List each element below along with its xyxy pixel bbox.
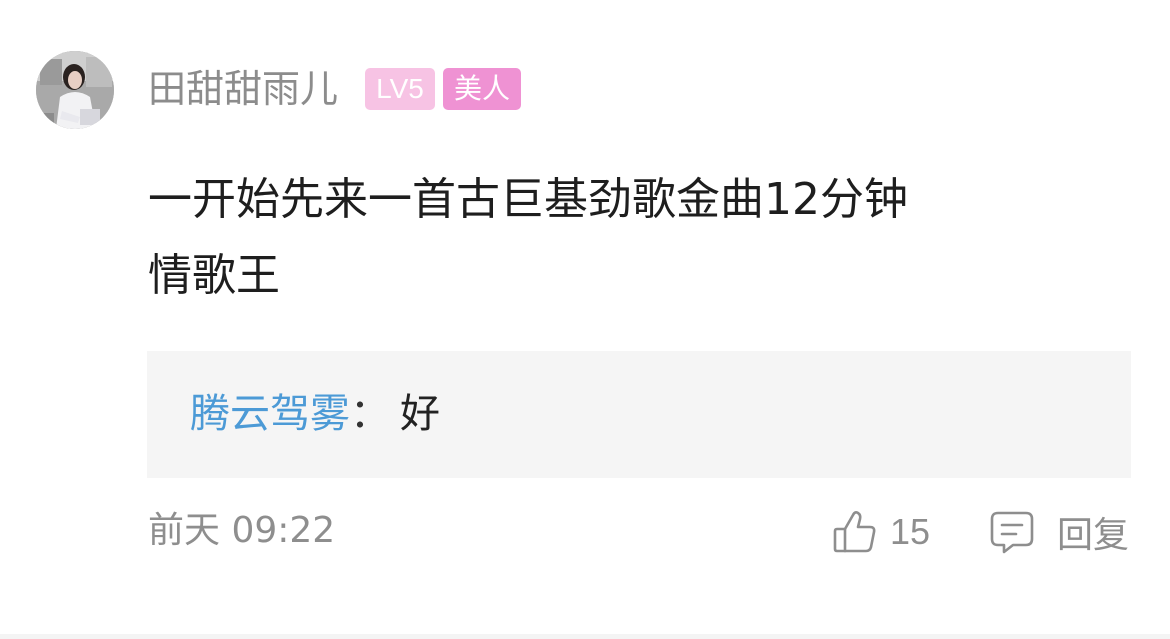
level-badge: LV5: [365, 68, 435, 110]
comment-content-line: 一开始先来一首古巨基劲歌金曲12分钟: [148, 174, 908, 225]
user-avatar-photo: [36, 51, 114, 129]
like-button[interactable]: 15: [832, 508, 930, 556]
reply-preview: 腾云驾雾：好: [190, 387, 440, 441]
reply-button[interactable]: 回复: [989, 508, 1129, 556]
reply-label: 回复: [1057, 515, 1130, 556]
comment-bubble-icon: [990, 511, 1034, 554]
comment-item: 田甜甜雨儿 LV5 美人 一开始先来一首古巨基劲歌金曲12分钟 情歌王 腾云驾雾…: [0, 0, 1170, 639]
avatar[interactable]: [36, 51, 114, 129]
reply-preview-box[interactable]: 腾云驾雾：好: [147, 351, 1131, 478]
reply-separator: ：: [350, 391, 390, 437]
comment-content: 一开始先来一首古巨基劲歌金曲12分钟 情歌王: [148, 162, 1088, 314]
thumbs-up-icon: [833, 511, 876, 553]
reply-text: 好: [400, 391, 440, 437]
comment-timestamp: 前天 09:22: [148, 510, 336, 551]
comment-content-line: 情歌王: [148, 250, 280, 301]
title-badge: 美人: [443, 68, 521, 110]
divider: [0, 634, 1170, 639]
reply-author[interactable]: 腾云驾雾: [190, 391, 350, 437]
username[interactable]: 田甜甜雨儿: [148, 66, 338, 112]
like-count: 15: [890, 511, 931, 552]
